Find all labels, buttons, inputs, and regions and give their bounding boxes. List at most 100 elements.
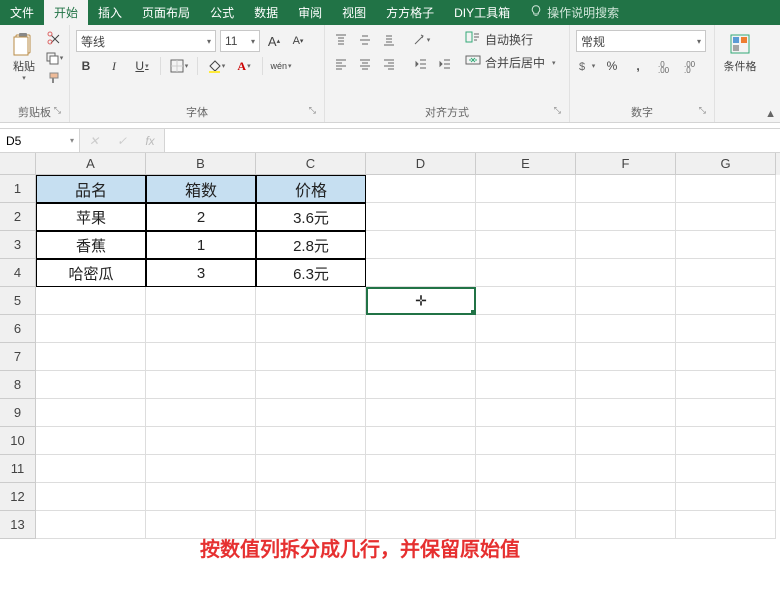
menu-ffgz[interactable]: 方方格子 (376, 0, 444, 25)
cell-A11[interactable] (36, 455, 146, 483)
cell-E2[interactable] (476, 203, 576, 231)
col-header-C[interactable]: C (256, 153, 366, 175)
cell-C12[interactable] (256, 483, 366, 511)
menu-layout[interactable]: 页面布局 (132, 0, 200, 25)
menu-home[interactable]: 开始 (44, 0, 88, 25)
format-painter-button[interactable] (44, 68, 64, 88)
row-header-11[interactable]: 11 (0, 455, 36, 483)
font-shrink-button[interactable]: A▾ (288, 31, 308, 51)
font-name-select[interactable]: 等线▾ (76, 30, 216, 52)
copy-button[interactable] (44, 48, 64, 68)
font-grow-button[interactable]: A▴ (264, 31, 284, 51)
cell-G6[interactable] (676, 315, 776, 343)
cell-A9[interactable] (36, 399, 146, 427)
cells-area[interactable]: 品名箱数价格苹果23.6元香蕉12.8元哈密瓜36.3元✛ (36, 175, 780, 539)
cell-C8[interactable] (256, 371, 366, 399)
number-dialog-launcher[interactable]: ⤡ (699, 105, 706, 116)
cell-G12[interactable] (676, 483, 776, 511)
cell-D2[interactable] (366, 203, 476, 231)
underline-button[interactable]: U (132, 56, 152, 76)
cell-C5[interactable] (256, 287, 366, 315)
cell-A4[interactable]: 哈密瓜 (36, 259, 146, 287)
cell-E12[interactable] (476, 483, 576, 511)
cell-C2[interactable]: 3.6元 (256, 203, 366, 231)
cell-D4[interactable] (366, 259, 476, 287)
cell-D11[interactable] (366, 455, 476, 483)
cell-B11[interactable] (146, 455, 256, 483)
percent-button[interactable]: % (602, 56, 622, 76)
cell-B5[interactable] (146, 287, 256, 315)
cell-F2[interactable] (576, 203, 676, 231)
cell-C10[interactable] (256, 427, 366, 455)
cell-F10[interactable] (576, 427, 676, 455)
cell-D8[interactable] (366, 371, 476, 399)
cell-E7[interactable] (476, 343, 576, 371)
col-header-G[interactable]: G (676, 153, 776, 175)
font-dialog-launcher[interactable]: ⤡ (309, 105, 316, 116)
cell-E5[interactable] (476, 287, 576, 315)
cell-B10[interactable] (146, 427, 256, 455)
increase-decimal-button[interactable]: .0.00 (654, 56, 674, 76)
cell-D1[interactable] (366, 175, 476, 203)
cell-B2[interactable]: 2 (146, 203, 256, 231)
cell-C7[interactable] (256, 343, 366, 371)
cell-G13[interactable] (676, 511, 776, 539)
cell-G1[interactable] (676, 175, 776, 203)
border-button[interactable] (169, 56, 189, 76)
menu-file[interactable]: 文件 (0, 0, 44, 25)
align-top-button[interactable] (331, 30, 351, 50)
cell-B12[interactable] (146, 483, 256, 511)
cell-A5[interactable] (36, 287, 146, 315)
decrease-decimal-button[interactable]: .00.0 (680, 56, 700, 76)
align-middle-button[interactable] (355, 30, 375, 50)
row-header-7[interactable]: 7 (0, 343, 36, 371)
conditional-format-button[interactable]: 条件格 (721, 28, 759, 76)
fx-button[interactable]: fx (136, 134, 164, 148)
currency-button[interactable]: $ (576, 56, 596, 76)
cell-B9[interactable] (146, 399, 256, 427)
cell-G4[interactable] (676, 259, 776, 287)
cell-F6[interactable] (576, 315, 676, 343)
cell-B1[interactable]: 箱数 (146, 175, 256, 203)
row-header-5[interactable]: 5 (0, 287, 36, 315)
col-header-F[interactable]: F (576, 153, 676, 175)
cell-F11[interactable] (576, 455, 676, 483)
formula-input[interactable] (165, 129, 780, 152)
align-right-button[interactable] (379, 54, 399, 74)
row-header-12[interactable]: 12 (0, 483, 36, 511)
paste-button[interactable]: 粘贴 ▾ (6, 28, 42, 102)
cell-G2[interactable] (676, 203, 776, 231)
cell-A13[interactable] (36, 511, 146, 539)
row-header-6[interactable]: 6 (0, 315, 36, 343)
row-header-1[interactable]: 1 (0, 175, 36, 203)
cell-C3[interactable]: 2.8元 (256, 231, 366, 259)
cell-F5[interactable] (576, 287, 676, 315)
cut-button[interactable] (44, 28, 64, 48)
cell-F9[interactable] (576, 399, 676, 427)
bold-button[interactable]: B (76, 56, 96, 76)
select-all-corner[interactable] (0, 153, 36, 175)
cell-G3[interactable] (676, 231, 776, 259)
cell-G5[interactable] (676, 287, 776, 315)
cell-F1[interactable] (576, 175, 676, 203)
cell-G9[interactable] (676, 399, 776, 427)
cell-E6[interactable] (476, 315, 576, 343)
col-header-B[interactable]: B (146, 153, 256, 175)
cell-B7[interactable] (146, 343, 256, 371)
menu-review[interactable]: 审阅 (288, 0, 332, 25)
menu-view[interactable]: 视图 (332, 0, 376, 25)
indent-increase-button[interactable] (435, 54, 455, 74)
orientation-button[interactable] (411, 30, 431, 50)
cell-A2[interactable]: 苹果 (36, 203, 146, 231)
cell-C11[interactable] (256, 455, 366, 483)
cell-G11[interactable] (676, 455, 776, 483)
cell-A12[interactable] (36, 483, 146, 511)
menu-data[interactable]: 数据 (244, 0, 288, 25)
cancel-formula-button[interactable]: ✕ (80, 134, 108, 148)
cell-C9[interactable] (256, 399, 366, 427)
cell-B3[interactable]: 1 (146, 231, 256, 259)
row-header-13[interactable]: 13 (0, 511, 36, 539)
cell-E11[interactable] (476, 455, 576, 483)
clipboard-dialog-launcher[interactable]: ⤡ (54, 105, 61, 116)
name-box[interactable]: D5▾ (0, 129, 80, 152)
